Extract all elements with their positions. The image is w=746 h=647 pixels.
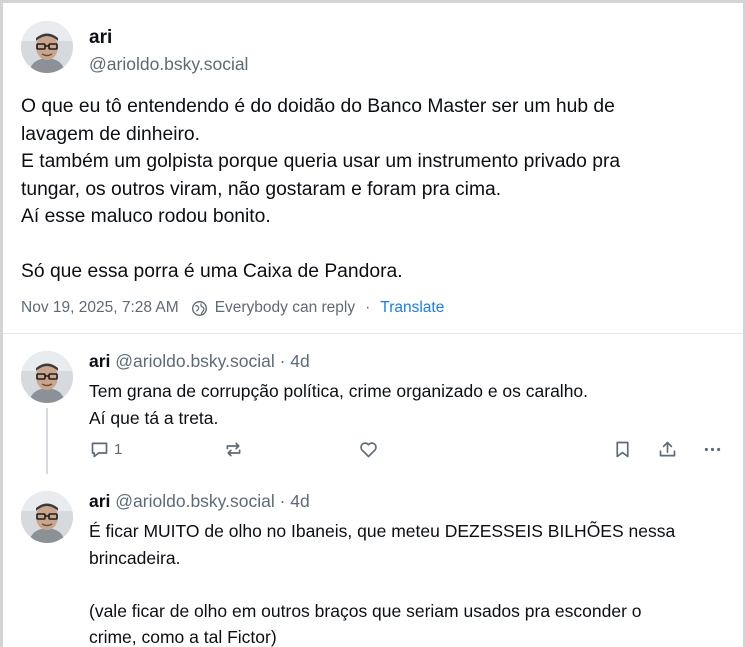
- post-thread: ari @arioldo.bsky.social O que eu tô ent…: [0, 0, 746, 647]
- reply-actions: 1: [89, 436, 729, 462]
- bookmark-icon: [616, 441, 629, 457]
- reply-author-handle[interactable]: @arioldo.bsky.social: [115, 351, 274, 371]
- repost-button[interactable]: [223, 436, 244, 462]
- avatar[interactable]: [21, 491, 73, 543]
- reply-count: 1: [114, 440, 123, 458]
- reply-header: ari @arioldo.bsky.social · 4d: [89, 491, 310, 512]
- post-meta: Nov 19, 2025, 7:28 AM Everybody can repl…: [21, 299, 444, 317]
- share-button[interactable]: [657, 436, 678, 462]
- post-text: O que eu tô entendendo é do doidão do Ba…: [21, 96, 621, 282]
- repost-icon: [226, 442, 241, 456]
- meta-separator: ·: [365, 299, 371, 316]
- more-icon: [704, 447, 721, 451]
- bookmark-button[interactable]: [612, 436, 633, 462]
- author-name[interactable]: ari: [89, 27, 112, 49]
- avatar[interactable]: [21, 21, 73, 73]
- thread-line: [46, 408, 48, 474]
- reply-button[interactable]: 1: [89, 436, 122, 462]
- reply-text: É ficar MUITO de olho no Ibaneis, que me…: [89, 521, 676, 647]
- like-icon: [360, 441, 377, 457]
- avatar[interactable]: [21, 351, 73, 403]
- translate-link[interactable]: Translate: [380, 299, 444, 317]
- reply-author-name[interactable]: ari: [89, 491, 110, 511]
- share-icon: [659, 441, 676, 456]
- reply-text: Tem grana de corrupção política, crime o…: [89, 381, 589, 428]
- reply-author-name[interactable]: ari: [89, 351, 110, 371]
- reply-header: ari @arioldo.bsky.social · 4d: [89, 351, 310, 372]
- reply-post[interactable]: ari @arioldo.bsky.social · 4d Tem grana …: [3, 336, 743, 476]
- globe-icon: [191, 300, 208, 317]
- post-timestamp[interactable]: Nov 19, 2025, 7:28 AM: [21, 299, 179, 317]
- reply-post[interactable]: ari @arioldo.bsky.social · 4d É ficar MU…: [3, 476, 743, 647]
- main-post: ari @arioldo.bsky.social O que eu tô ent…: [3, 3, 743, 334]
- reply-icon: [91, 442, 108, 457]
- reply-age: · 4d: [279, 491, 310, 511]
- reply-author-handle[interactable]: @arioldo.bsky.social: [115, 491, 274, 511]
- reply-permission[interactable]: Everybody can reply: [215, 299, 355, 317]
- like-button[interactable]: [358, 436, 379, 462]
- reply-age: · 4d: [279, 351, 310, 371]
- more-button[interactable]: [702, 436, 723, 462]
- author-handle[interactable]: @arioldo.bsky.social: [89, 54, 248, 75]
